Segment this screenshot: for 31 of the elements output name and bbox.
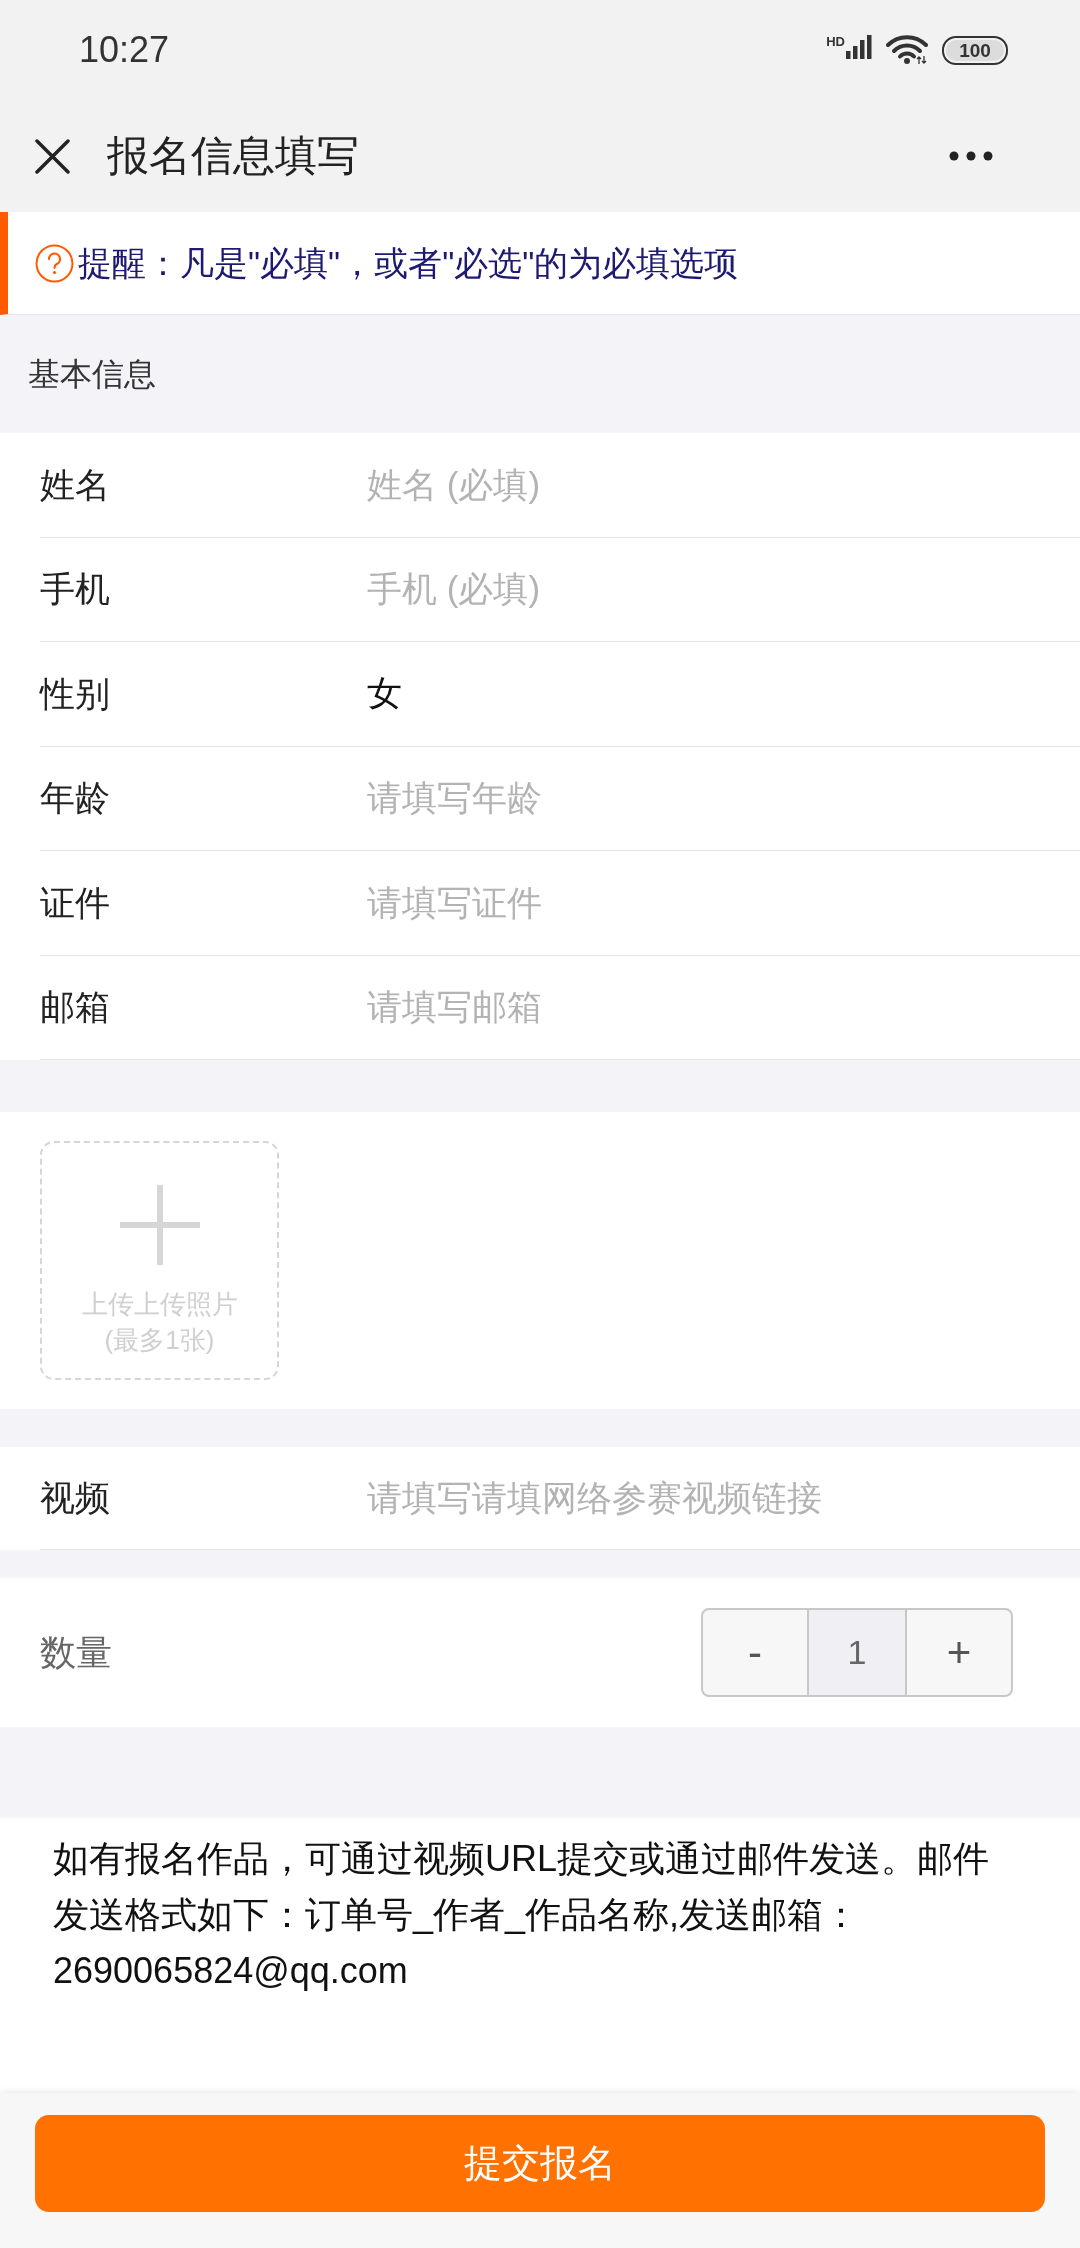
field-label: 年龄	[40, 777, 111, 820]
text-field[interactable]: 请填写请填网络参赛视频链接	[367, 1468, 1080, 1528]
text-field[interactable]: 请填写邮箱	[367, 977, 1080, 1038]
increment-button[interactable]: +	[905, 1608, 1013, 1697]
field-label: 性别	[40, 672, 111, 715]
notice-text: 提醒：凡是"必填"，或者"必选"的为必填选项	[78, 242, 739, 284]
text-field[interactable]: 手机 (必填)	[367, 559, 1080, 620]
signal-icon	[846, 35, 872, 59]
decrement-button[interactable]: -	[701, 1608, 809, 1697]
quantity-field[interactable]: 1	[809, 1608, 905, 1697]
more-icon[interactable]	[949, 151, 993, 161]
field-label: 视频	[40, 1477, 111, 1519]
text-field[interactable]: 请填写证件	[367, 872, 1080, 933]
question-icon	[35, 243, 74, 283]
note-text: 如有报名作品，可通过视频URL提交或通过邮件发送。邮件发送格式如下：订单号_作者_作品名称,发送邮箱：2690065824@qq.com	[53, 1837, 991, 1993]
field-label: 手机	[40, 568, 111, 611]
plus-icon	[119, 1185, 200, 1265]
field-label: 证件	[40, 881, 111, 924]
close-icon[interactable]	[35, 138, 70, 174]
status-time: 10:27	[79, 32, 170, 68]
select-field[interactable]: 女	[367, 663, 1080, 724]
text-field[interactable]: 姓名 (必填)	[367, 454, 1080, 515]
text-field[interactable]: 请填写年龄	[367, 768, 1080, 829]
page-title: 报名信息填写	[107, 130, 360, 181]
field-label: 邮箱	[40, 986, 111, 1029]
quantity-label: 数量	[40, 1630, 112, 1675]
network-type-label: HD	[826, 35, 845, 48]
section-title: 基本信息	[28, 354, 156, 394]
battery-indicator: 100	[942, 35, 1008, 65]
wifi-icon	[886, 35, 928, 65]
field-label: 姓名	[40, 463, 111, 506]
